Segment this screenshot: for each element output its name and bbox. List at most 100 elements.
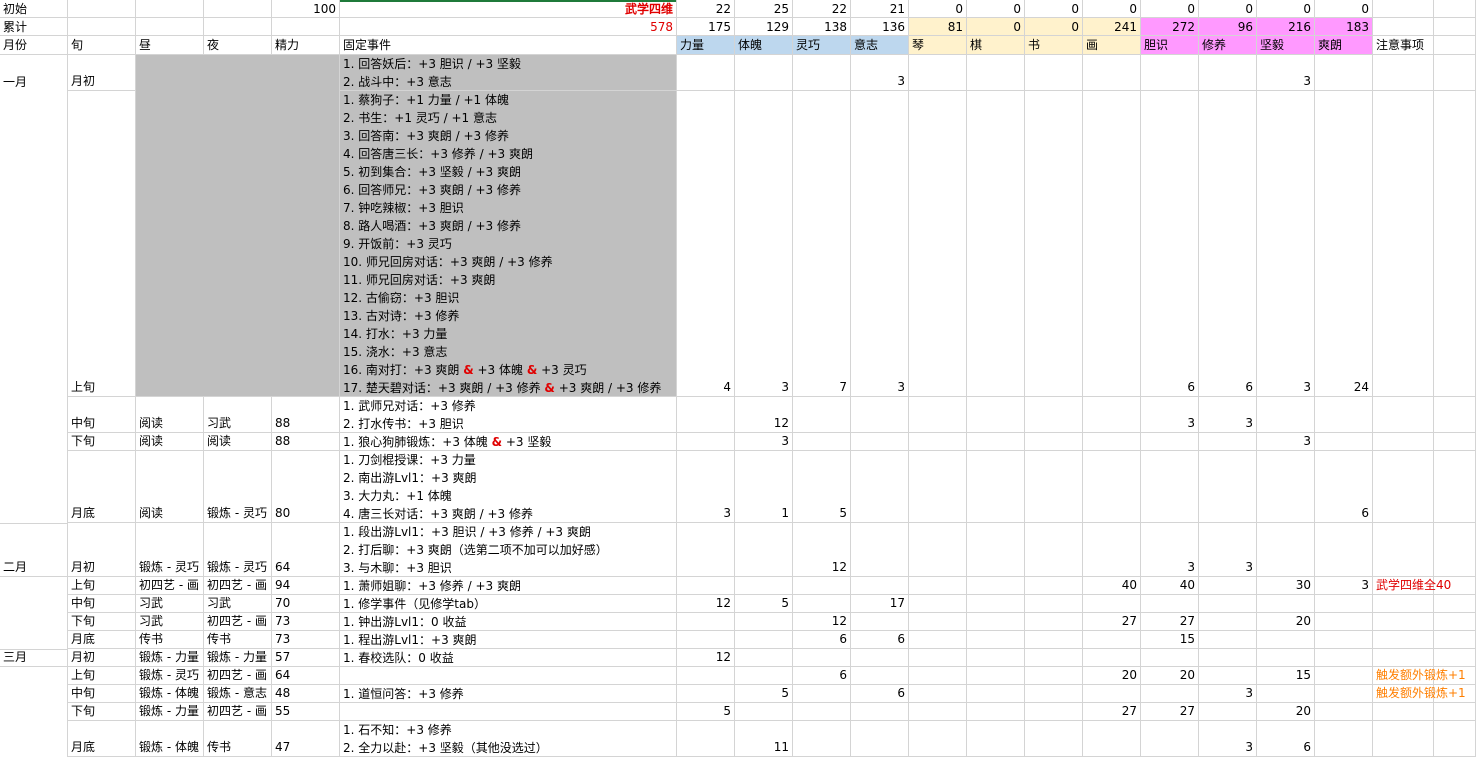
- day-activity-cell[interactable]: 习武: [136, 595, 204, 613]
- stat-cell-hua[interactable]: [1083, 721, 1141, 757]
- stat-cell-cheer[interactable]: [1315, 703, 1373, 721]
- energy-cell[interactable]: 64: [272, 667, 340, 685]
- night-activity-cell[interactable]: 锻炼 - 灵巧: [204, 451, 272, 523]
- total-stat-physique[interactable]: 129: [735, 18, 793, 36]
- stat-cell-hua[interactable]: 40: [1083, 577, 1141, 595]
- init-label-cell[interactable]: 初始: [0, 0, 68, 18]
- xun-cell[interactable]: 中旬: [68, 685, 136, 703]
- header-courage[interactable]: 胆识: [1141, 36, 1199, 55]
- stat-cell-agility[interactable]: 12: [793, 523, 851, 577]
- header-hua[interactable]: 画: [1083, 36, 1141, 55]
- extra-cell[interactable]: [1434, 451, 1476, 523]
- events-cell[interactable]: 1. 回答妖后：+3 胆识 / +3 坚毅 2. 战斗中：+3 意志: [340, 55, 677, 91]
- stat-cell-tenacity[interactable]: [1257, 451, 1315, 523]
- xun-cell[interactable]: 月底: [68, 631, 136, 649]
- total-stat-qi[interactable]: 0: [967, 18, 1025, 36]
- stat-cell-cultivation[interactable]: [1199, 703, 1257, 721]
- stat-cell-will[interactable]: [851, 703, 909, 721]
- stat-cell-hua[interactable]: [1083, 523, 1141, 577]
- extra-cell[interactable]: [1434, 613, 1476, 631]
- night-activity-cell[interactable]: 初四艺 - 画: [204, 703, 272, 721]
- stat-cell-hua[interactable]: [1083, 451, 1141, 523]
- stat-cell-agility[interactable]: [793, 649, 851, 667]
- stat-cell-qin[interactable]: [909, 667, 967, 685]
- stat-cell-physique[interactable]: 3: [735, 91, 793, 397]
- total-extra-cell[interactable]: [1434, 18, 1476, 36]
- energy-cell[interactable]: 57: [272, 649, 340, 667]
- note-cell[interactable]: [1373, 451, 1434, 523]
- month-cell[interactable]: [0, 703, 68, 721]
- stat-cell-qin[interactable]: [909, 91, 967, 397]
- note-cell[interactable]: 武学四维全40: [1373, 577, 1451, 595]
- stat-cell-strength[interactable]: [677, 523, 735, 577]
- stat-cell-agility[interactable]: [793, 685, 851, 703]
- stat-cell-cheer[interactable]: [1315, 613, 1373, 631]
- stat-cell-courage[interactable]: [1141, 55, 1199, 91]
- month-cell[interactable]: [0, 721, 68, 757]
- stat-cell-shu[interactable]: [1025, 577, 1083, 595]
- stat-cell-agility[interactable]: 12: [793, 613, 851, 631]
- stat-cell-tenacity[interactable]: 3: [1257, 433, 1315, 451]
- xun-cell[interactable]: 月初: [68, 649, 136, 667]
- stat-cell-shu[interactable]: [1025, 451, 1083, 523]
- stat-cell-physique[interactable]: [735, 649, 793, 667]
- stat-cell-shu[interactable]: [1025, 433, 1083, 451]
- extra-cell[interactable]: [1434, 433, 1476, 451]
- day-activity-cell[interactable]: 锻炼 - 体魄: [136, 685, 204, 703]
- stat-cell-physique[interactable]: [735, 577, 793, 595]
- stat-cell-strength[interactable]: [677, 667, 735, 685]
- energy-cell[interactable]: 64: [272, 523, 340, 577]
- xun-cell[interactable]: 中旬: [68, 595, 136, 613]
- stat-cell-courage[interactable]: 3: [1141, 523, 1199, 577]
- header-notes[interactable]: 注意事项: [1373, 36, 1434, 55]
- extra-cell[interactable]: [1434, 397, 1476, 433]
- stat-cell-strength[interactable]: [677, 721, 735, 757]
- init-stat-courage[interactable]: 0: [1141, 0, 1199, 18]
- stat-cell-will[interactable]: 17: [851, 595, 909, 613]
- note-cell[interactable]: [1373, 523, 1434, 577]
- stat-cell-qi[interactable]: [967, 721, 1025, 757]
- events-cell[interactable]: 1. 道恒问答：+3 修养: [340, 685, 677, 703]
- note-cell[interactable]: [1373, 595, 1434, 613]
- stat-cell-agility[interactable]: 6: [793, 631, 851, 649]
- stat-cell-shu[interactable]: [1025, 685, 1083, 703]
- stat-cell-qin[interactable]: [909, 721, 967, 757]
- stat-cell-hua[interactable]: [1083, 397, 1141, 433]
- header-shu[interactable]: 书: [1025, 36, 1083, 55]
- stat-cell-hua[interactable]: 20: [1083, 667, 1141, 685]
- stat-cell-physique[interactable]: [735, 667, 793, 685]
- night-activity-cell[interactable]: 初四艺 - 画: [204, 577, 272, 595]
- stat-cell-shu[interactable]: [1025, 721, 1083, 757]
- stat-cell-qin[interactable]: [909, 685, 967, 703]
- stat-cell-will[interactable]: [851, 433, 909, 451]
- energy-cell[interactable]: 88: [272, 397, 340, 433]
- init-blank-cell[interactable]: [204, 0, 272, 18]
- stat-cell-physique[interactable]: [735, 613, 793, 631]
- stat-cell-qin[interactable]: [909, 451, 967, 523]
- stat-cell-courage[interactable]: [1141, 685, 1199, 703]
- month-cell[interactable]: [0, 433, 68, 451]
- stat-cell-courage[interactable]: [1141, 649, 1199, 667]
- stat-cell-cheer[interactable]: [1315, 595, 1373, 613]
- stat-cell-cultivation[interactable]: 3: [1199, 397, 1257, 433]
- month-cell[interactable]: [0, 595, 68, 613]
- stat-cell-strength[interactable]: [677, 577, 735, 595]
- total-stat-hua[interactable]: 241: [1083, 18, 1141, 36]
- stat-cell-will[interactable]: 6: [851, 631, 909, 649]
- events-cell[interactable]: 1. 石不知：+3 修养 2. 全力以赴：+3 坚毅（其他没选过）: [340, 721, 677, 757]
- stat-cell-strength[interactable]: [677, 685, 735, 703]
- stat-cell-hua[interactable]: [1083, 595, 1141, 613]
- header-tenacity[interactable]: 坚毅: [1257, 36, 1315, 55]
- stat-cell-strength[interactable]: 12: [677, 649, 735, 667]
- header-extra[interactable]: [1434, 36, 1476, 55]
- night-activity-cell[interactable]: 锻炼 - 灵巧: [204, 523, 272, 577]
- stat-cell-will[interactable]: [851, 667, 909, 685]
- events-cell[interactable]: 1. 程出游Lvl1：+3 爽朗: [340, 631, 677, 649]
- stat-cell-cultivation[interactable]: [1199, 613, 1257, 631]
- total-stat-shu[interactable]: 0: [1025, 18, 1083, 36]
- stat-cell-courage[interactable]: [1141, 595, 1199, 613]
- stat-cell-tenacity[interactable]: [1257, 523, 1315, 577]
- night-activity-cell[interactable]: 传书: [204, 721, 272, 757]
- stat-cell-tenacity[interactable]: [1257, 595, 1315, 613]
- total-stat-agility[interactable]: 138: [793, 18, 851, 36]
